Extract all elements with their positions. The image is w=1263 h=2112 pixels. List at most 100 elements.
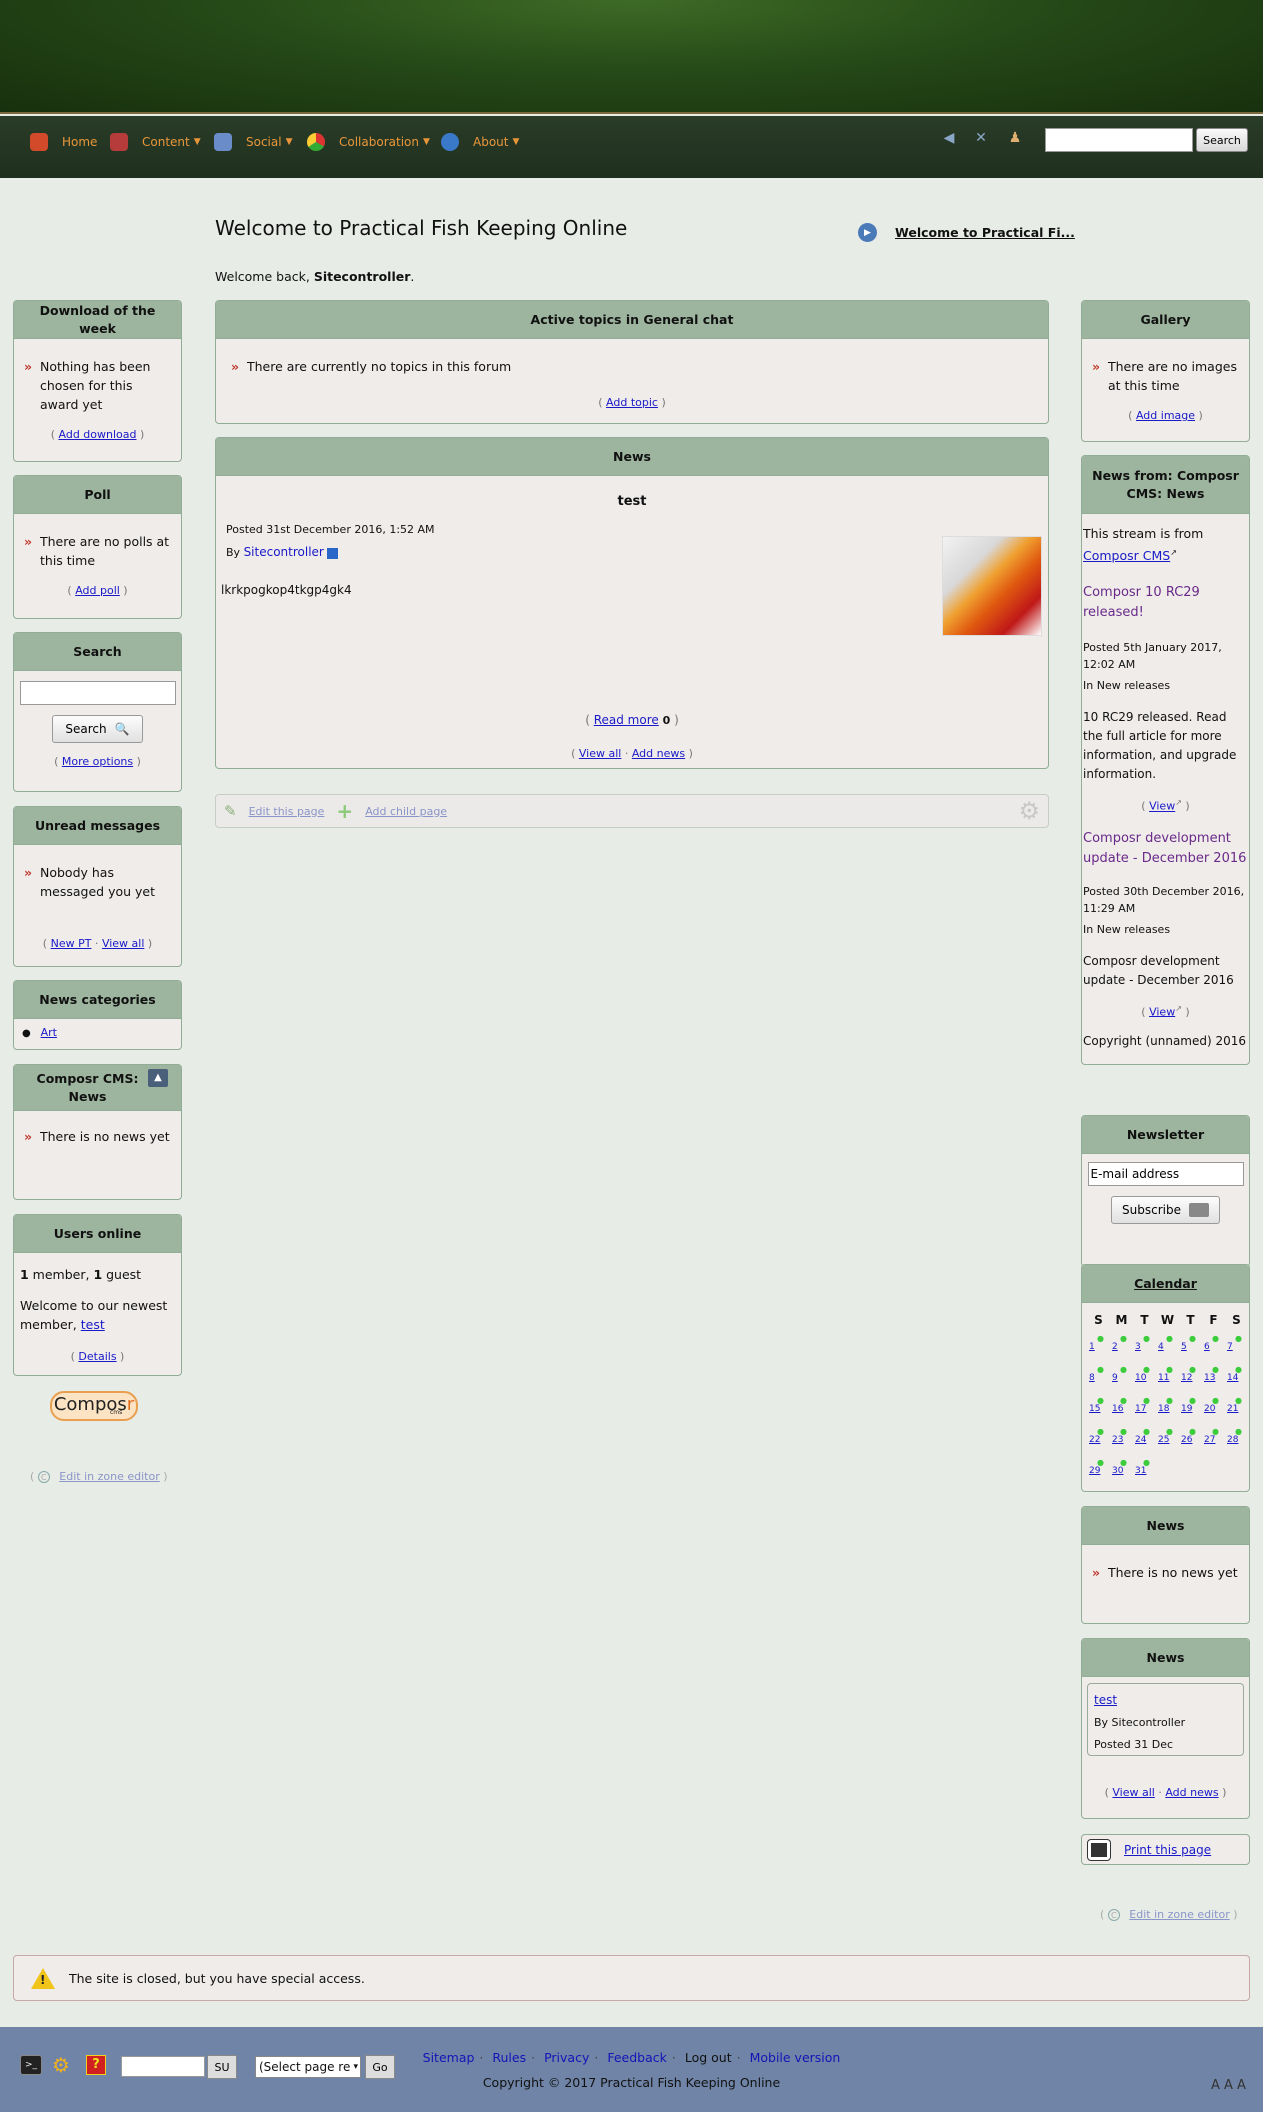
calendar-date-link[interactable]: 15 xyxy=(1089,1404,1100,1414)
nav-collaboration[interactable]: Collaboration ▼ xyxy=(307,132,430,152)
print-page-link[interactable]: Print this page xyxy=(1124,1843,1211,1857)
zone-editor-link[interactable]: Edit in zone editor xyxy=(1129,1908,1229,1921)
nav-content[interactable]: Content ▼ xyxy=(110,132,201,152)
more-options-link[interactable]: More options xyxy=(62,755,133,768)
calendar-date-link[interactable]: 2 xyxy=(1112,1342,1118,1352)
calendar-date-link[interactable]: 22 xyxy=(1089,1435,1100,1445)
add-download-link[interactable]: Add download xyxy=(59,428,137,441)
composr-logo[interactable]: Composr cms xyxy=(50,1391,138,1421)
subscribe-button[interactable]: Subscribe xyxy=(1111,1196,1220,1224)
footer-link-mobile[interactable]: Mobile version xyxy=(750,2050,841,2065)
news-list-item-link[interactable]: test xyxy=(1094,1693,1117,1707)
newest-member-link[interactable]: test xyxy=(81,1317,105,1332)
view-all-messages-link[interactable]: View all xyxy=(102,937,144,950)
calendar-date-link[interactable]: 14 xyxy=(1227,1373,1238,1383)
newsletter-email-input[interactable] xyxy=(1087,1162,1244,1186)
calendar-date-link[interactable]: 16 xyxy=(1112,1404,1123,1414)
calendar-date-link[interactable]: 7 xyxy=(1227,1342,1233,1352)
footer-link-feedback[interactable]: Feedback xyxy=(607,2050,667,2065)
news-posted: Posted 31st December 2016, 1:52 AM xyxy=(226,523,435,536)
add-child-page-link[interactable]: Add child page xyxy=(365,805,447,818)
calendar-date-link[interactable]: 19 xyxy=(1181,1404,1192,1414)
feed-view-link[interactable]: View xyxy=(1149,800,1175,813)
calendar-date-link[interactable]: 9 xyxy=(1112,1373,1118,1383)
calendar-date-link[interactable]: 20 xyxy=(1204,1404,1215,1414)
calendar-date-link[interactable]: 18 xyxy=(1158,1404,1169,1414)
nav-about[interactable]: About ▼ xyxy=(441,132,519,152)
pencil-icon: ✎ xyxy=(224,802,237,820)
user-icon[interactable]: ♟ xyxy=(1006,130,1024,148)
new-pt-link[interactable]: New PT xyxy=(51,937,92,950)
add-topic-link[interactable]: Add topic xyxy=(606,396,658,409)
news-list-view-all-link[interactable]: View all xyxy=(1112,1786,1154,1799)
calendar-date-link[interactable]: 23 xyxy=(1112,1435,1123,1445)
nav-home[interactable]: Home xyxy=(30,132,97,152)
calendar-date-link[interactable]: 5 xyxy=(1181,1342,1187,1352)
add-poll-link[interactable]: Add poll xyxy=(75,584,120,597)
calendar-date-link[interactable]: 10 xyxy=(1135,1373,1146,1383)
calendar-date-link[interactable]: 30 xyxy=(1112,1466,1123,1476)
gear-icon[interactable]: ⚙ xyxy=(1018,797,1040,825)
footer-link-privacy[interactable]: Privacy xyxy=(544,2050,589,2065)
news-author-link[interactable]: Sitecontroller xyxy=(244,545,324,559)
calendar-date-link[interactable]: 3 xyxy=(1135,1342,1141,1352)
close-sidebars-icon[interactable]: ✕ xyxy=(972,130,990,148)
news-thumbnail[interactable] xyxy=(942,536,1042,636)
calendar-date-link[interactable]: 31 xyxy=(1135,1466,1146,1476)
block-title[interactable]: Calendar xyxy=(1082,1265,1249,1303)
add-news-link[interactable]: Add news xyxy=(632,747,685,760)
news-list-item-author: By Sitecontroller xyxy=(1094,1716,1186,1729)
calendar-date-link[interactable]: 17 xyxy=(1135,1404,1146,1414)
links-row: ( Details ) xyxy=(70,1350,125,1363)
side-search-input[interactable] xyxy=(19,681,176,705)
footer-link-logout[interactable]: Log out xyxy=(685,2050,732,2065)
collapse-icon[interactable]: ▲ xyxy=(148,1069,168,1087)
calendar-date-link[interactable]: 25 xyxy=(1158,1435,1169,1445)
calendar-date: ● 26 xyxy=(1179,1428,1202,1459)
calendar-date-link[interactable]: 29 xyxy=(1089,1466,1100,1476)
feed-item-title[interactable]: Composr 10 RC29 released! xyxy=(1083,583,1248,623)
feed-item-title[interactable]: Composr development update - December 20… xyxy=(1083,829,1248,869)
calendar-event-dot: ● xyxy=(1120,1334,1127,1343)
calendar-date-link[interactable]: 28 xyxy=(1227,1435,1238,1445)
calendar-date-link[interactable]: 11 xyxy=(1158,1373,1169,1383)
side-search-button[interactable]: Search 🔍 xyxy=(52,715,143,743)
links-row: ( View all · Add news ) xyxy=(1104,1786,1227,1799)
megaphone-icon[interactable]: ◀ xyxy=(940,130,958,148)
add-image-link[interactable]: Add image xyxy=(1136,409,1195,422)
news-item-title[interactable]: test xyxy=(216,494,1048,509)
calendar-date-link[interactable]: 26 xyxy=(1181,1435,1192,1445)
feed-item-posted: Posted 5th January 2017, 12:02 AM xyxy=(1083,641,1222,672)
footer-link-rules[interactable]: Rules xyxy=(492,2050,526,2065)
top-search-button[interactable]: Search xyxy=(1196,128,1248,152)
calendar-date-link[interactable]: 24 xyxy=(1135,1435,1146,1445)
footer-links: Sitemap · Rules · Privacy · Feedback · Log o… xyxy=(422,2050,841,2065)
links-row: ( Add download ) xyxy=(50,428,145,441)
calendar-date-link[interactable]: 8 xyxy=(1089,1373,1095,1383)
footer-link-sitemap[interactable]: Sitemap xyxy=(423,2050,475,2065)
calendar-date-link[interactable]: 27 xyxy=(1204,1435,1215,1445)
news-list-add-news-link[interactable]: Add news xyxy=(1165,1786,1218,1799)
welcome-suffix: . xyxy=(410,269,415,284)
font-size-controls[interactable]: A A A xyxy=(1211,2078,1246,2093)
view-all-news-link[interactable]: View all xyxy=(579,747,621,760)
zone-editor-link[interactable]: Edit in zone editor xyxy=(59,1470,159,1483)
calendar-date-link[interactable]: 21 xyxy=(1227,1404,1238,1414)
calendar-date-link[interactable]: 13 xyxy=(1204,1373,1215,1383)
feed-source-link[interactable]: Composr CMS xyxy=(1083,548,1170,563)
feed-item: Composr 10 RC29 released! Posted 5th Jan… xyxy=(1082,583,1249,813)
category-art-link[interactable]: Art xyxy=(41,1026,57,1039)
nav-social[interactable]: Social ▼ xyxy=(214,132,293,152)
calendar-date-link[interactable]: 1 xyxy=(1089,1342,1095,1352)
online-details-link[interactable]: Details xyxy=(78,1350,116,1363)
top-search-input[interactable] xyxy=(1045,128,1193,152)
calendar-date: ● 19 xyxy=(1179,1397,1202,1428)
feed-view-link[interactable]: View xyxy=(1149,1005,1175,1018)
calendar-date-link[interactable]: 6 xyxy=(1204,1342,1210,1352)
read-more-link[interactable]: Read more xyxy=(594,713,659,727)
edit-page-link[interactable]: Edit this page xyxy=(249,805,325,818)
calendar-date-link[interactable]: 12 xyxy=(1181,1373,1192,1383)
calendar-date-link[interactable]: 4 xyxy=(1158,1342,1164,1352)
feature-link[interactable]: ▶ Welcome to Practical Fi... xyxy=(858,223,1075,242)
links-row: ( New PT · View all ) xyxy=(42,937,153,950)
